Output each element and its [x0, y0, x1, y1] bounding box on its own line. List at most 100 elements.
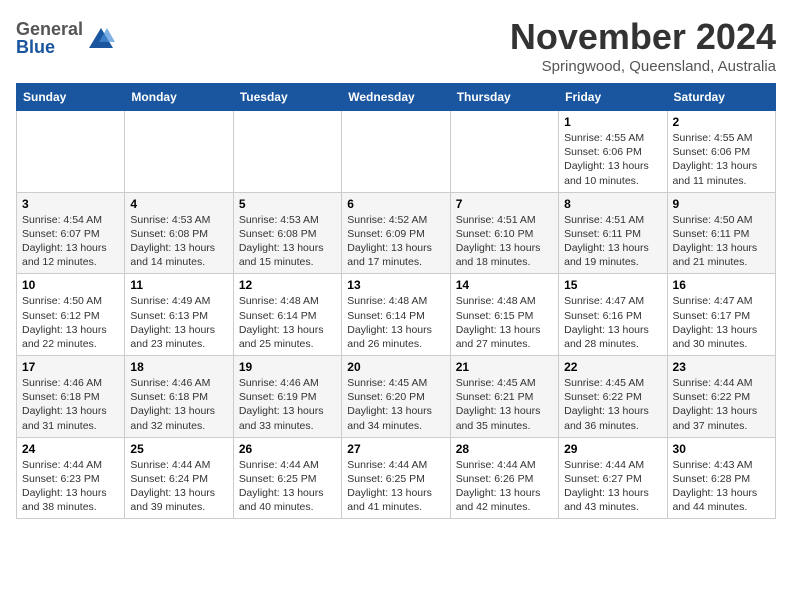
calendar-cell: 9 Sunrise: 4:50 AM Sunset: 6:11 PM Daylig… — [667, 192, 775, 274]
logo-general: General — [16, 20, 83, 38]
day-of-week-thursday: Thursday — [450, 84, 558, 111]
day-info: Sunrise: 4:50 AM Sunset: 6:12 PM Dayligh… — [22, 294, 119, 351]
day-number: 5 — [239, 197, 336, 211]
calendar-cell: 18 Sunrise: 4:46 AM Sunset: 6:18 PM Dayli… — [125, 356, 233, 438]
calendar-cell: 15 Sunrise: 4:47 AM Sunset: 6:16 PM Dayli… — [559, 274, 667, 356]
calendar-cell: 26 Sunrise: 4:44 AM Sunset: 6:25 PM Dayli… — [233, 437, 341, 519]
day-number: 26 — [239, 442, 336, 456]
calendar-cell: 14 Sunrise: 4:48 AM Sunset: 6:15 PM Dayli… — [450, 274, 558, 356]
calendar-cell: 19 Sunrise: 4:46 AM Sunset: 6:19 PM Dayli… — [233, 356, 341, 438]
day-number: 25 — [130, 442, 227, 456]
day-info: Sunrise: 4:46 AM Sunset: 6:18 PM Dayligh… — [130, 376, 227, 433]
day-info: Sunrise: 4:53 AM Sunset: 6:08 PM Dayligh… — [239, 213, 336, 270]
day-number: 7 — [456, 197, 553, 211]
calendar-cell: 29 Sunrise: 4:44 AM Sunset: 6:27 PM Dayli… — [559, 437, 667, 519]
day-number: 2 — [673, 115, 770, 129]
day-of-week-monday: Monday — [125, 84, 233, 111]
day-number: 24 — [22, 442, 119, 456]
day-number: 30 — [673, 442, 770, 456]
calendar-header: SundayMondayTuesdayWednesdayThursdayFrid… — [17, 84, 776, 111]
day-number: 3 — [22, 197, 119, 211]
calendar-cell — [342, 111, 450, 193]
day-of-week-wednesday: Wednesday — [342, 84, 450, 111]
calendar-cell — [233, 111, 341, 193]
day-number: 21 — [456, 360, 553, 374]
calendar-cell: 17 Sunrise: 4:46 AM Sunset: 6:18 PM Dayli… — [17, 356, 125, 438]
calendar-cell: 23 Sunrise: 4:44 AM Sunset: 6:22 PM Dayli… — [667, 356, 775, 438]
day-of-week-sunday: Sunday — [17, 84, 125, 111]
calendar-cell: 13 Sunrise: 4:48 AM Sunset: 6:14 PM Dayli… — [342, 274, 450, 356]
calendar-cell: 27 Sunrise: 4:44 AM Sunset: 6:25 PM Dayli… — [342, 437, 450, 519]
day-number: 22 — [564, 360, 661, 374]
day-number: 19 — [239, 360, 336, 374]
day-info: Sunrise: 4:55 AM Sunset: 6:06 PM Dayligh… — [673, 131, 770, 188]
day-number: 11 — [130, 278, 227, 292]
day-info: Sunrise: 4:46 AM Sunset: 6:18 PM Dayligh… — [22, 376, 119, 433]
day-info: Sunrise: 4:46 AM Sunset: 6:19 PM Dayligh… — [239, 376, 336, 433]
day-of-week-saturday: Saturday — [667, 84, 775, 111]
day-info: Sunrise: 4:45 AM Sunset: 6:20 PM Dayligh… — [347, 376, 444, 433]
location: Springwood, Queensland, Australia — [510, 58, 776, 75]
calendar-week-2: 3 Sunrise: 4:54 AM Sunset: 6:07 PM Daylig… — [17, 192, 776, 274]
calendar-week-1: 1Sunrise: 4:55 AM Sunset: 6:06 PM Daylig… — [17, 111, 776, 193]
calendar-cell — [125, 111, 233, 193]
calendar-cell: 21Sunrise: 4:45 AM Sunset: 6:21 PM Dayli… — [450, 356, 558, 438]
days-of-week-row: SundayMondayTuesdayWednesdayThursdayFrid… — [17, 84, 776, 111]
day-info: Sunrise: 4:48 AM Sunset: 6:14 PM Dayligh… — [239, 294, 336, 351]
day-number: 6 — [347, 197, 444, 211]
day-number: 4 — [130, 197, 227, 211]
day-info: Sunrise: 4:47 AM Sunset: 6:17 PM Dayligh… — [673, 294, 770, 351]
calendar-cell: 25 Sunrise: 4:44 AM Sunset: 6:24 PM Dayli… — [125, 437, 233, 519]
day-info: Sunrise: 4:44 AM Sunset: 6:27 PM Dayligh… — [564, 458, 661, 515]
day-number: 27 — [347, 442, 444, 456]
calendar-cell: 3 Sunrise: 4:54 AM Sunset: 6:07 PM Daylig… — [17, 192, 125, 274]
calendar-cell: 2 Sunrise: 4:55 AM Sunset: 6:06 PM Daylig… — [667, 111, 775, 193]
day-number: 29 — [564, 442, 661, 456]
month-title: November 2024 — [510, 16, 776, 58]
day-of-week-tuesday: Tuesday — [233, 84, 341, 111]
calendar-cell: 6 Sunrise: 4:52 AM Sunset: 6:09 PM Daylig… — [342, 192, 450, 274]
calendar-cell: 1Sunrise: 4:55 AM Sunset: 6:06 PM Daylig… — [559, 111, 667, 193]
day-number: 13 — [347, 278, 444, 292]
day-info: Sunrise: 4:44 AM Sunset: 6:23 PM Dayligh… — [22, 458, 119, 515]
day-info: Sunrise: 4:44 AM Sunset: 6:25 PM Dayligh… — [347, 458, 444, 515]
day-number: 23 — [673, 360, 770, 374]
title-section: November 2024 Springwood, Queensland, Au… — [510, 16, 776, 75]
day-info: Sunrise: 4:49 AM Sunset: 6:13 PM Dayligh… — [130, 294, 227, 351]
day-info: Sunrise: 4:55 AM Sunset: 6:06 PM Dayligh… — [564, 131, 661, 188]
day-info: Sunrise: 4:50 AM Sunset: 6:11 PM Dayligh… — [673, 213, 770, 270]
calendar-cell: 28Sunrise: 4:44 AM Sunset: 6:26 PM Dayli… — [450, 437, 558, 519]
calendar-cell: 24 Sunrise: 4:44 AM Sunset: 6:23 PM Dayli… — [17, 437, 125, 519]
calendar-week-3: 10 Sunrise: 4:50 AM Sunset: 6:12 PM Dayli… — [17, 274, 776, 356]
day-number: 18 — [130, 360, 227, 374]
day-info: Sunrise: 4:43 AM Sunset: 6:28 PM Dayligh… — [673, 458, 770, 515]
calendar-cell — [450, 111, 558, 193]
calendar-body: 1Sunrise: 4:55 AM Sunset: 6:06 PM Daylig… — [17, 111, 776, 519]
day-number: 17 — [22, 360, 119, 374]
page-header: General Blue November 2024 Springwood, Q… — [16, 16, 776, 75]
calendar-week-4: 17 Sunrise: 4:46 AM Sunset: 6:18 PM Dayli… — [17, 356, 776, 438]
day-number: 8 — [564, 197, 661, 211]
calendar-cell: 5 Sunrise: 4:53 AM Sunset: 6:08 PM Daylig… — [233, 192, 341, 274]
day-info: Sunrise: 4:54 AM Sunset: 6:07 PM Dayligh… — [22, 213, 119, 270]
calendar-cell: 11 Sunrise: 4:49 AM Sunset: 6:13 PM Dayli… — [125, 274, 233, 356]
day-info: Sunrise: 4:44 AM Sunset: 6:24 PM Dayligh… — [130, 458, 227, 515]
day-info: Sunrise: 4:44 AM Sunset: 6:22 PM Dayligh… — [673, 376, 770, 433]
logo-text: General Blue — [16, 20, 83, 56]
day-number: 20 — [347, 360, 444, 374]
day-info: Sunrise: 4:47 AM Sunset: 6:16 PM Dayligh… — [564, 294, 661, 351]
calendar-table: SundayMondayTuesdayWednesdayThursdayFrid… — [16, 83, 776, 519]
day-info: Sunrise: 4:48 AM Sunset: 6:15 PM Dayligh… — [456, 294, 553, 351]
day-info: Sunrise: 4:48 AM Sunset: 6:14 PM Dayligh… — [347, 294, 444, 351]
calendar-cell: 10 Sunrise: 4:50 AM Sunset: 6:12 PM Dayli… — [17, 274, 125, 356]
day-info: Sunrise: 4:51 AM Sunset: 6:11 PM Dayligh… — [564, 213, 661, 270]
calendar-cell: 22Sunrise: 4:45 AM Sunset: 6:22 PM Dayli… — [559, 356, 667, 438]
calendar-week-5: 24 Sunrise: 4:44 AM Sunset: 6:23 PM Dayli… — [17, 437, 776, 519]
logo-icon — [87, 24, 115, 52]
day-info: Sunrise: 4:44 AM Sunset: 6:25 PM Dayligh… — [239, 458, 336, 515]
day-number: 10 — [22, 278, 119, 292]
day-info: Sunrise: 4:52 AM Sunset: 6:09 PM Dayligh… — [347, 213, 444, 270]
day-number: 14 — [456, 278, 553, 292]
day-number: 15 — [564, 278, 661, 292]
day-number: 9 — [673, 197, 770, 211]
